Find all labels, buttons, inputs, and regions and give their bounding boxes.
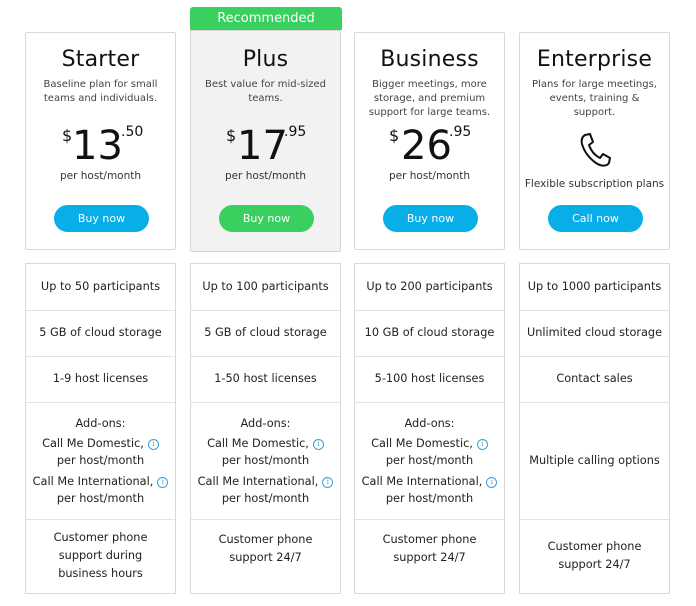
addon-call-me-domestic: Call Me Domestic, bbox=[371, 436, 473, 450]
add-ons: Multiple calling options bbox=[520, 402, 669, 520]
addon-price-unit: per host/month bbox=[56, 491, 145, 505]
currency-symbol: $ bbox=[389, 126, 400, 145]
call-now-button[interactable]: Call now bbox=[548, 205, 643, 232]
addon-price-unit: per host/month bbox=[221, 453, 310, 467]
price-decimal: .50 bbox=[121, 124, 144, 140]
host-licenses: Contact sales bbox=[520, 356, 669, 403]
participants: Up to 100 participants bbox=[191, 264, 340, 311]
features-business: Up to 200 participants 10 GB of cloud st… bbox=[354, 263, 505, 594]
add-ons: Add-ons: Call Me Domestic, i per host/mon… bbox=[26, 402, 175, 520]
host-licenses: 5-100 host licenses bbox=[355, 356, 504, 403]
price-unit: per host/month bbox=[388, 170, 471, 182]
addon-call-me-domestic: Call Me Domestic, bbox=[207, 436, 309, 450]
plan-card-starter: Starter Baseline plan for small teams an… bbox=[25, 32, 176, 250]
cloud-storage: 5 GB of cloud storage bbox=[191, 310, 340, 357]
plan-card-enterprise: Enterprise Plans for large meetings, eve… bbox=[519, 32, 670, 250]
price-decimal: .95 bbox=[449, 124, 472, 140]
recommended-badge: Recommended bbox=[190, 7, 342, 30]
addon-call-me-international: Call Me International, bbox=[197, 474, 319, 488]
addon-price-unit: per host/month bbox=[221, 491, 310, 505]
buy-now-button[interactable]: Buy now bbox=[54, 205, 149, 232]
plan-description: Best value for mid-sized teams. bbox=[205, 79, 326, 104]
plan-price: $ 13 .50 bbox=[26, 123, 175, 170]
addon-call-me-domestic: Call Me Domestic, bbox=[42, 436, 144, 450]
price-integer: 26 bbox=[401, 123, 452, 169]
info-icon[interactable]: i bbox=[147, 438, 159, 450]
addon-call-me-international: Call Me International, bbox=[32, 474, 154, 488]
phone-icon bbox=[580, 133, 611, 167]
flexible-plans-text: Flexible subscription plans bbox=[524, 178, 665, 190]
features-plus: Up to 100 participants 5 GB of cloud sto… bbox=[190, 263, 341, 594]
cloud-storage: 5 GB of cloud storage bbox=[26, 310, 175, 357]
plan-price: $ 26 .95 bbox=[355, 123, 504, 170]
participants: Up to 50 participants bbox=[26, 264, 175, 311]
host-licenses: 1-9 host licenses bbox=[26, 356, 175, 403]
customer-support: Customer phone support 24/7 bbox=[382, 533, 477, 564]
price-integer: 17 bbox=[237, 123, 288, 169]
price-unit: per host/month bbox=[224, 170, 307, 182]
plan-name: Starter bbox=[61, 47, 140, 72]
plan-name: Business bbox=[380, 47, 479, 72]
participants: Up to 1000 participants bbox=[520, 264, 669, 311]
addon-call-me-international: Call Me International, bbox=[361, 474, 483, 488]
customer-support: Customer phone support during business h… bbox=[53, 531, 148, 580]
info-icon[interactable]: i bbox=[312, 438, 324, 450]
add-ons-title: Add-ons: bbox=[240, 416, 291, 430]
info-icon[interactable]: i bbox=[486, 476, 498, 488]
currency-symbol: $ bbox=[62, 126, 73, 145]
cloud-storage: 10 GB of cloud storage bbox=[355, 310, 504, 357]
buy-now-button[interactable]: Buy now bbox=[219, 205, 314, 232]
info-icon[interactable]: i bbox=[157, 476, 169, 488]
customer-support: Customer phone support 24/7 bbox=[218, 533, 313, 564]
plan-description: Baseline plan for small teams and indivi… bbox=[43, 79, 158, 104]
price-decimal: .95 bbox=[284, 124, 307, 140]
price-unit: per host/month bbox=[59, 170, 142, 182]
add-ons-title: Add-ons: bbox=[404, 416, 455, 430]
participants: Up to 200 participants bbox=[355, 264, 504, 311]
add-ons: Add-ons: Call Me Domestic, i per host/mon… bbox=[355, 402, 504, 520]
plan-description: Plans for large meetings, events, traini… bbox=[532, 79, 657, 118]
buy-now-button[interactable]: Buy now bbox=[383, 205, 478, 232]
features-starter: Up to 50 participants 5 GB of cloud stor… bbox=[25, 263, 176, 594]
addon-price-unit: per host/month bbox=[385, 453, 474, 467]
info-icon[interactable]: i bbox=[322, 476, 334, 488]
currency-symbol: $ bbox=[226, 126, 237, 145]
features-enterprise: Up to 1000 participants Unlimited cloud … bbox=[519, 263, 670, 594]
plan-card-plus: Plus Best value for mid-sized teams. $ 1… bbox=[190, 30, 341, 252]
add-ons: Add-ons: Call Me Domestic, i per host/mon… bbox=[191, 402, 340, 520]
info-icon[interactable]: i bbox=[476, 438, 488, 450]
plan-price: $ 17 .95 bbox=[191, 123, 340, 170]
host-licenses: 1-50 host licenses bbox=[191, 356, 340, 403]
plan-card-business: Business Bigger meetings, more storage, … bbox=[354, 32, 505, 250]
addon-price-unit: per host/month bbox=[385, 491, 474, 505]
plan-description: Bigger meetings, more storage, and premi… bbox=[368, 79, 491, 118]
add-ons-title: Add-ons: bbox=[75, 416, 126, 430]
customer-support: Customer phone support 24/7 bbox=[547, 540, 642, 571]
plan-name: Plus bbox=[242, 47, 289, 72]
plan-name: Enterprise bbox=[536, 47, 653, 72]
addon-price-unit: per host/month bbox=[56, 453, 145, 467]
price-integer: 13 bbox=[72, 123, 123, 169]
cloud-storage: Unlimited cloud storage bbox=[520, 310, 669, 357]
